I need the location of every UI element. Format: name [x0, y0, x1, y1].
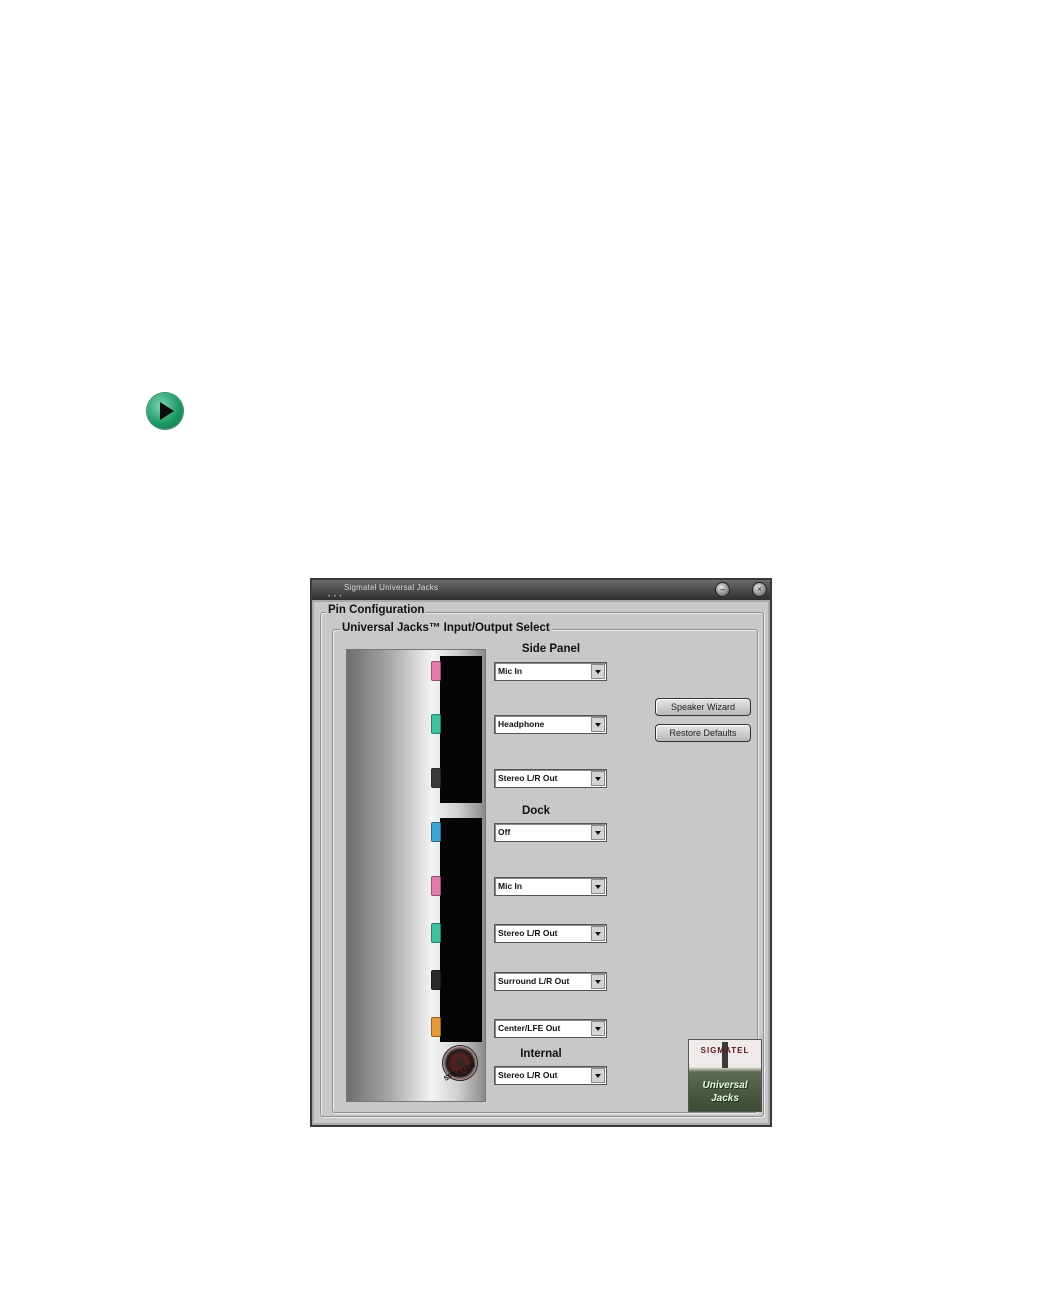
- universal-jacks-logo: SIGMATEL Universal Jacks: [688, 1039, 762, 1112]
- window-client-area: Pin Configuration Universal Jacks™ Input…: [314, 602, 768, 1123]
- jack-dock-4[interactable]: [431, 970, 441, 990]
- dock-jack-3-select[interactable]: Stereo L/R Out: [494, 924, 607, 943]
- speaker-wizard-button[interactable]: Speaker Wizard: [655, 698, 751, 716]
- chevron-down-icon[interactable]: [591, 1021, 605, 1036]
- title-grip-icon: • • •: [328, 594, 343, 600]
- universal-jacks-window: Sigmatel Universal Jacks • • • – × Pin C…: [310, 578, 772, 1127]
- jack-side-3[interactable]: [431, 768, 441, 788]
- select-value: Stereo L/R Out: [498, 1070, 558, 1080]
- dock-jack-1-select[interactable]: Off: [494, 823, 607, 842]
- side-panel-jack-1-select[interactable]: Mic In: [494, 662, 607, 681]
- jack-side-2[interactable]: [431, 714, 441, 734]
- logo-line-2: Jacks: [711, 1093, 739, 1104]
- internal-jack-select[interactable]: Stereo L/R Out: [494, 1066, 607, 1085]
- side-panel-label: Side Panel: [521, 643, 581, 655]
- dock-jack-4-select[interactable]: Surround L/R Out: [494, 972, 607, 991]
- jack-side-1[interactable]: [431, 661, 441, 681]
- chevron-down-icon[interactable]: [591, 926, 605, 941]
- jack-dock-5[interactable]: [431, 1017, 441, 1037]
- side-panel-jack-3-select[interactable]: Stereo L/R Out: [494, 769, 607, 788]
- chevron-down-icon[interactable]: [591, 717, 605, 732]
- io-select-title: Universal Jacks™ Input/Output Select: [340, 622, 552, 634]
- select-value: Surround L/R Out: [498, 976, 570, 986]
- select-value: Mic In: [498, 666, 523, 676]
- title-bar[interactable]: Sigmatel Universal Jacks • • • – ×: [312, 580, 770, 600]
- select-value: Stereo L/R Out: [498, 928, 558, 938]
- restore-defaults-button[interactable]: Restore Defaults: [655, 724, 751, 742]
- dock-jack-5-select[interactable]: Center/LFE Out: [494, 1019, 607, 1038]
- jack-panel: SPEAKER: [346, 649, 486, 1102]
- side-panel-jack-2-select[interactable]: Headphone: [494, 715, 607, 734]
- play-arrow-icon: [147, 393, 183, 429]
- chevron-down-icon[interactable]: [591, 771, 605, 786]
- pin-configuration-title: Pin Configuration: [326, 604, 427, 616]
- logo-brand-text: SIGMATEL: [700, 1046, 750, 1055]
- select-value: Stereo L/R Out: [498, 773, 558, 783]
- window-title: Sigmatel Universal Jacks: [344, 583, 439, 592]
- chevron-down-icon[interactable]: [591, 879, 605, 894]
- side-panel-jack-strip: [440, 656, 482, 803]
- internal-label: Internal: [520, 1048, 562, 1060]
- select-value: Headphone: [498, 719, 545, 729]
- logo-line-1: Universal: [702, 1080, 748, 1091]
- close-button[interactable]: ×: [752, 582, 767, 597]
- jack-dock-3[interactable]: [431, 923, 441, 943]
- select-value: Center/LFE Out: [498, 1023, 561, 1033]
- chevron-down-icon[interactable]: [591, 664, 605, 679]
- jack-dock-1[interactable]: [431, 822, 441, 842]
- dock-jack-strip: [440, 818, 482, 1042]
- select-value: Off: [498, 827, 511, 837]
- dock-jack-2-select[interactable]: Mic In: [494, 877, 607, 896]
- jack-dock-2[interactable]: [431, 876, 441, 896]
- chevron-down-icon[interactable]: [591, 825, 605, 840]
- select-value: Mic In: [498, 881, 523, 891]
- dock-label: Dock: [521, 805, 551, 817]
- minimize-button[interactable]: –: [715, 582, 730, 597]
- chevron-down-icon[interactable]: [591, 1068, 605, 1083]
- chevron-down-icon[interactable]: [591, 974, 605, 989]
